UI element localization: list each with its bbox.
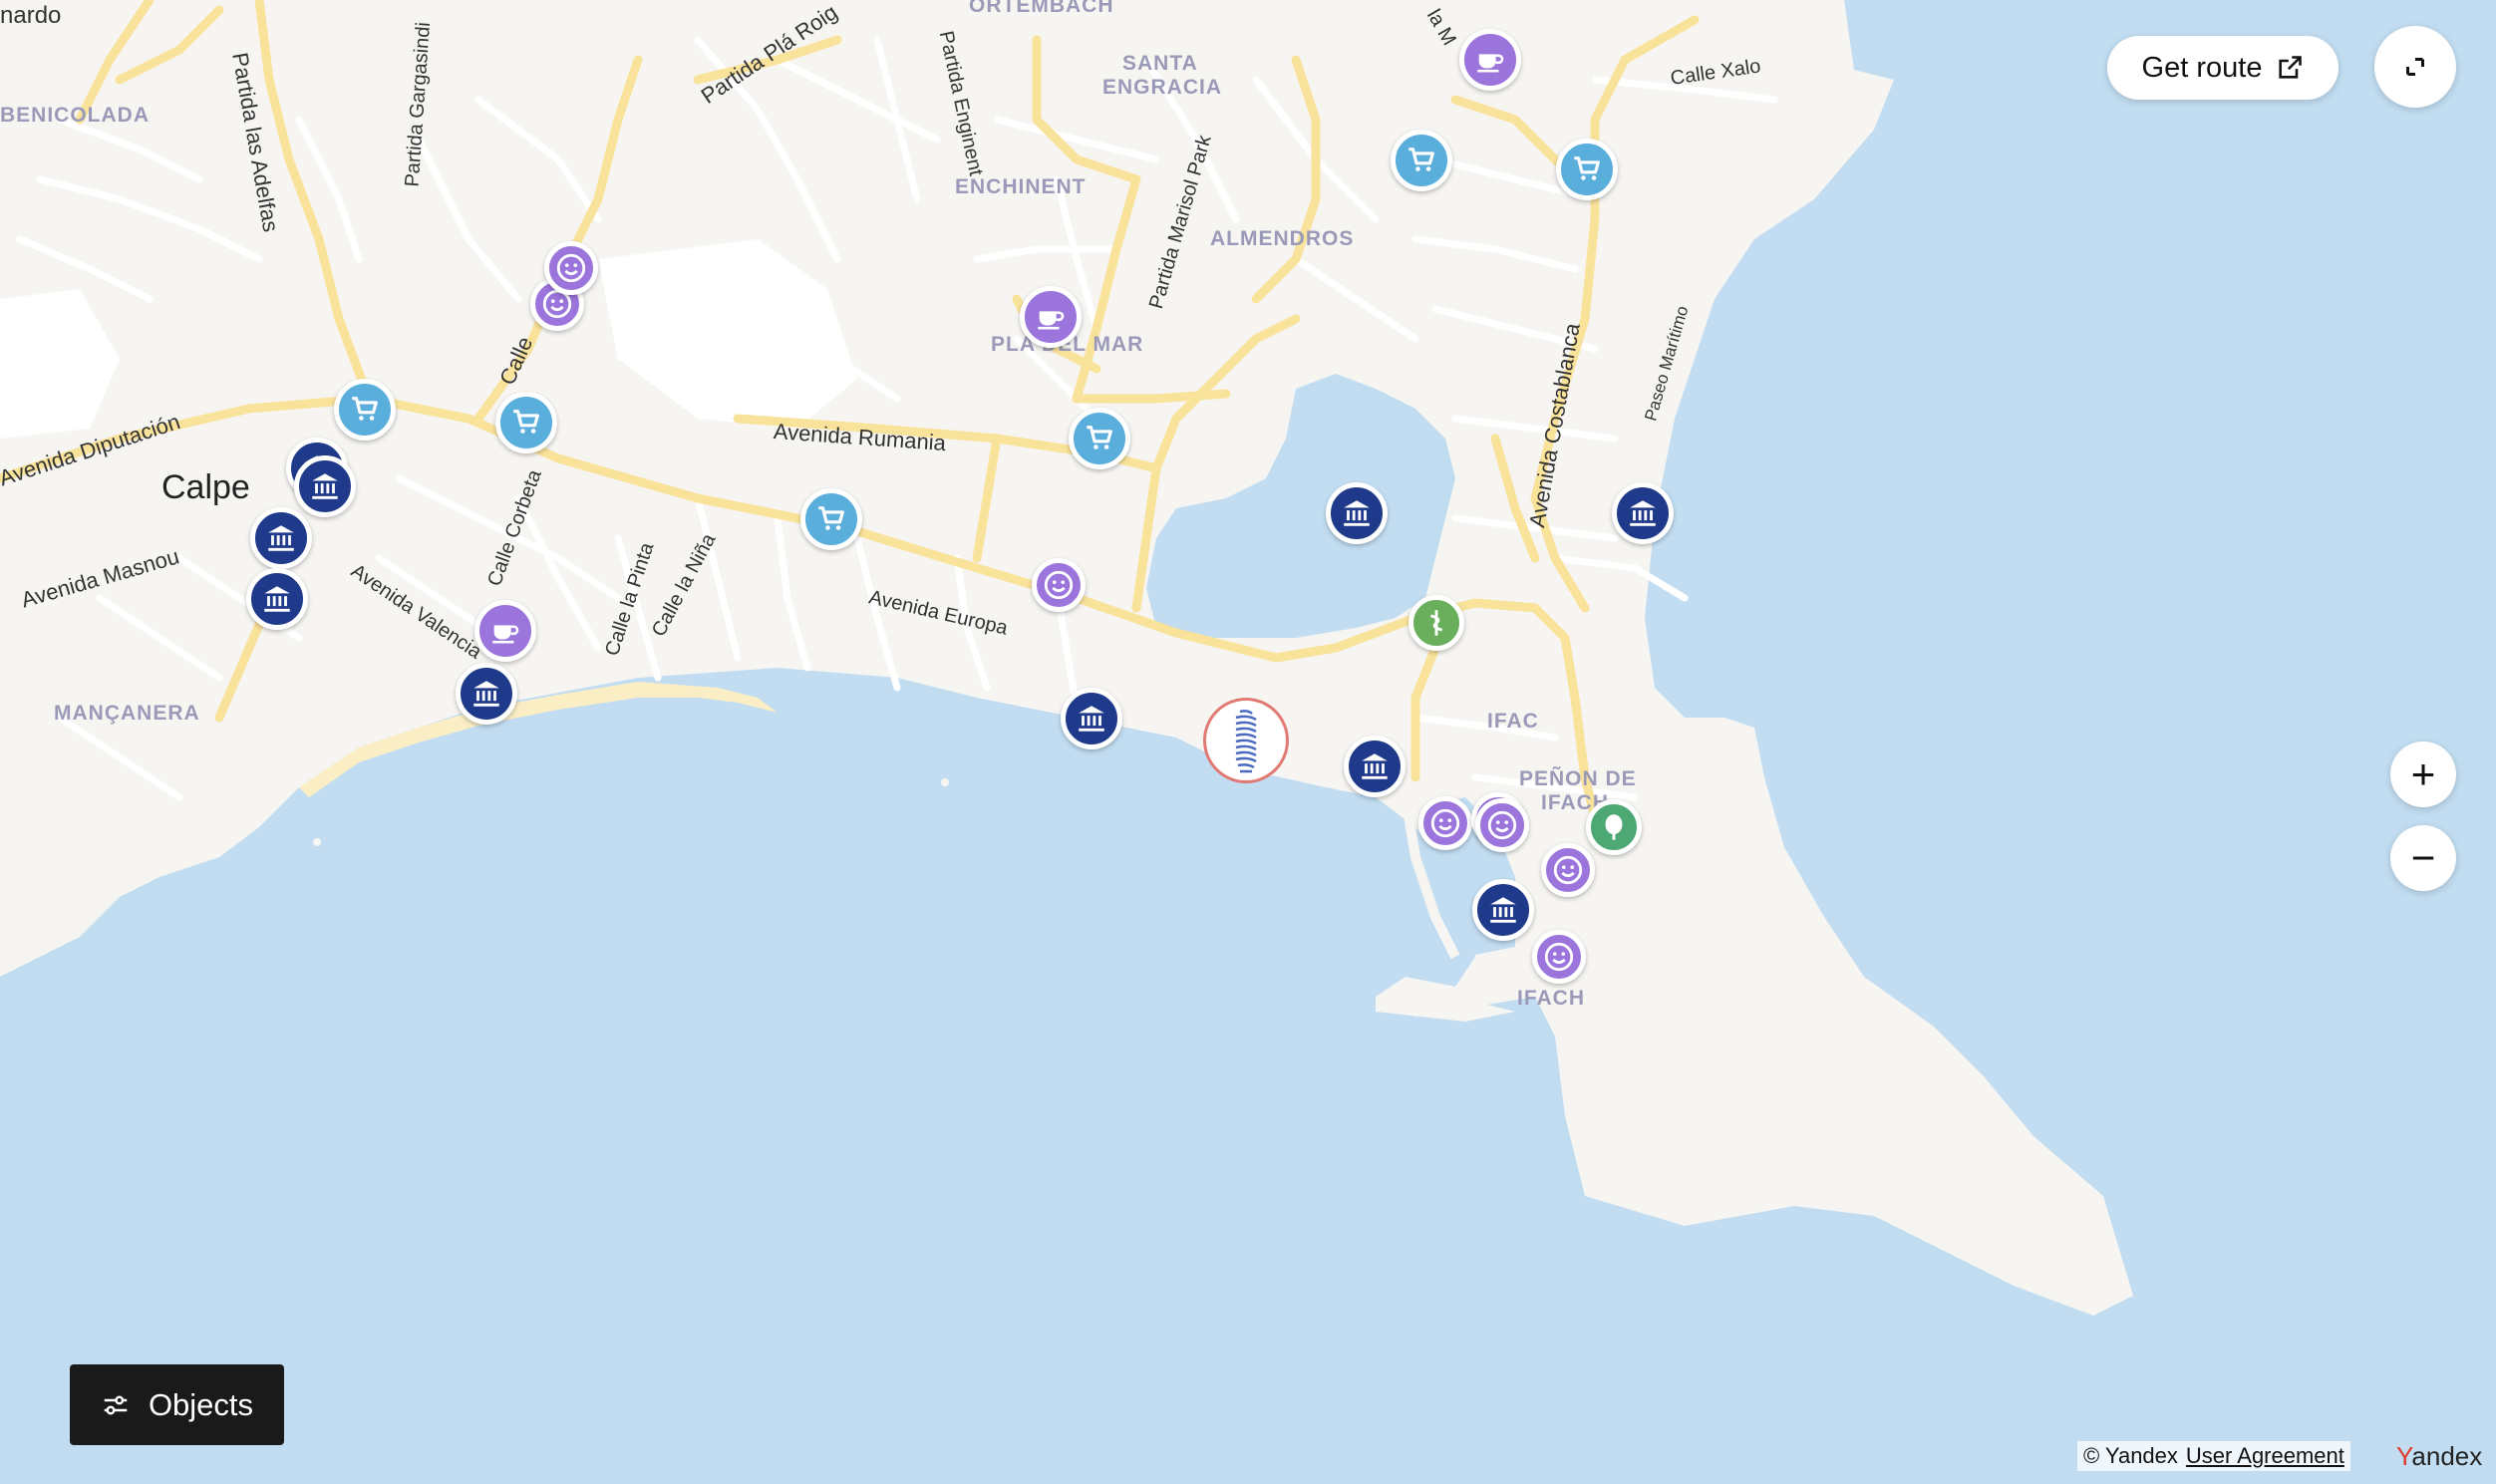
entertainment-marker[interactable] [1032, 558, 1086, 612]
zoom-in-button[interactable]: + [2390, 742, 2456, 807]
district-label-benicolada: BENICOLADA [0, 104, 150, 127]
pharmacy-marker[interactable] [1408, 595, 1464, 651]
city-label-calpe: Calpe [161, 468, 250, 506]
expand-map-button[interactable] [2374, 26, 2456, 108]
shop-marker[interactable] [800, 488, 862, 550]
museum-marker[interactable] [250, 507, 312, 569]
entertainment-marker[interactable] [544, 241, 598, 295]
street-label-nardo: nardo [0, 2, 62, 29]
pharmacy-icon [1429, 610, 1443, 636]
district-label-ifach: IFACH [1517, 987, 1585, 1010]
cafe-marker[interactable] [474, 600, 536, 662]
smiley-icon [1544, 942, 1574, 972]
smiley-icon [1553, 855, 1583, 885]
logo-text: andex [2411, 1441, 2483, 1471]
park-marker[interactable] [1586, 799, 1642, 855]
smiley-icon [1430, 808, 1460, 838]
shop-marker[interactable] [1069, 408, 1130, 469]
district-label-santa: SANTA [1122, 52, 1198, 75]
district-label-engracia: ENGRACIA [1102, 76, 1223, 99]
get-route-label: Get route [2141, 51, 2263, 84]
district-label-almendros: ALMENDROS [1210, 227, 1355, 250]
entertainment-marker[interactable] [1418, 796, 1472, 850]
entertainment-marker[interactable] [1475, 798, 1529, 852]
logo-letter: Y [2396, 1441, 2412, 1471]
filter-sliders-icon [104, 1395, 128, 1414]
museum-icon [1344, 500, 1370, 526]
entertainment-marker[interactable] [1532, 930, 1586, 984]
coffee-cup-icon [1477, 54, 1504, 73]
copyright-text: © Yandex [2083, 1443, 2178, 1468]
district-label-ortembach: ORTEMBACH [969, 0, 1114, 17]
district-label-enchinent: ENCHINENT [955, 175, 1087, 198]
cafe-marker[interactable] [1020, 286, 1082, 348]
shop-marker[interactable] [334, 379, 396, 441]
shopping-cart-icon [818, 506, 844, 530]
smiley-icon [1487, 810, 1517, 840]
objects-filter-button[interactable]: Objects [70, 1364, 284, 1445]
map-copyright: © Yandex User Agreement [2077, 1441, 2350, 1471]
museum-marker[interactable] [1472, 879, 1534, 941]
cafe-marker[interactable] [1459, 29, 1521, 91]
objects-label: Objects [148, 1386, 254, 1422]
zoom-out-button[interactable]: − [2390, 825, 2456, 891]
museum-icon [1490, 897, 1516, 923]
museum-marker[interactable] [1061, 688, 1122, 749]
shopping-cart-icon [1408, 148, 1434, 171]
district-label-mancanera: MANÇANERA [54, 702, 200, 725]
shopping-cart-icon [1087, 426, 1112, 449]
shopping-cart-icon [352, 397, 378, 421]
yandex-logo: Yandex [2396, 1441, 2482, 1472]
selected-location-marker[interactable] [1203, 698, 1289, 783]
museum-icon [1630, 500, 1656, 526]
district-label-penon: PEÑON DE [1519, 767, 1637, 790]
museum-icon [1079, 706, 1104, 732]
shopping-cart-icon [513, 410, 539, 434]
museum-marker[interactable] [1612, 482, 1674, 544]
museum-icon [1362, 753, 1388, 779]
smiley-icon [1044, 570, 1074, 600]
user-agreement-link[interactable]: User Agreement [2186, 1443, 2344, 1469]
museum-icon [268, 525, 294, 551]
shopping-cart-icon [1574, 156, 1600, 180]
shop-marker[interactable] [495, 392, 557, 453]
museum-marker[interactable] [1344, 736, 1405, 797]
museum-marker[interactable] [294, 455, 356, 517]
shop-marker[interactable] [1556, 139, 1618, 200]
expand-icon [2406, 58, 2424, 76]
museum-marker[interactable] [456, 663, 517, 725]
shop-marker[interactable] [1391, 130, 1452, 191]
coffee-cup-icon [492, 625, 519, 644]
museum-icon [473, 681, 499, 707]
get-route-button[interactable]: Get route [2107, 36, 2339, 100]
museum-marker[interactable] [246, 568, 308, 630]
smiley-icon [556, 253, 586, 283]
museum-icon [312, 473, 338, 499]
coffee-cup-icon [1038, 311, 1065, 330]
museum-icon [264, 586, 290, 612]
external-link-icon [2279, 56, 2303, 79]
tree-icon [1605, 814, 1623, 840]
entertainment-marker[interactable] [1541, 843, 1595, 897]
district-label-ifac: IFAC [1487, 710, 1539, 733]
tower-icon [1235, 710, 1257, 773]
museum-marker[interactable] [1326, 482, 1388, 544]
